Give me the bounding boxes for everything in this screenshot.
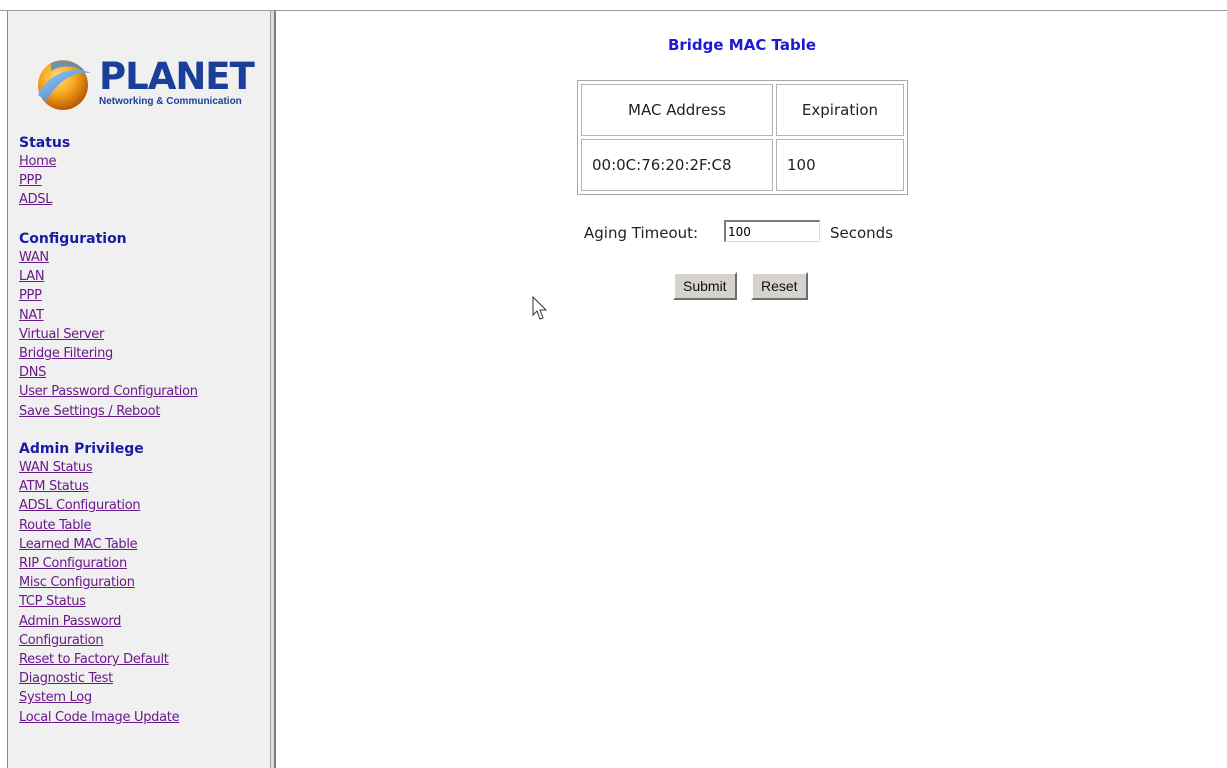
nav-link-configuration-ppp[interactable]: PPP: [19, 287, 42, 304]
logo-tagline: Networking & Communication: [99, 96, 242, 107]
cell-mac-address: 00:0C:76:20:2F:C8: [581, 139, 773, 191]
planet-globe-icon: [38, 60, 91, 110]
submit-button[interactable]: Submit: [673, 272, 737, 300]
section-title-status: Status: [19, 135, 71, 151]
section-title-configuration: Configuration: [19, 231, 127, 247]
nav-link-admin-configuration[interactable]: Configuration: [19, 632, 104, 649]
nav-link-status-home[interactable]: Home: [19, 153, 57, 170]
nav-link-admin-wan-status[interactable]: WAN Status: [19, 459, 93, 476]
nav-link-configuration-bridge-filtering[interactable]: Bridge Filtering: [19, 345, 113, 362]
aging-timeout-units: Seconds: [830, 224, 894, 242]
nav-link-admin-adsl-configuration[interactable]: ADSL Configuration: [19, 497, 141, 514]
planet-logo: PLANET Networking & Communication: [33, 53, 263, 113]
header-mac-address: MAC Address: [581, 84, 773, 136]
nav-link-admin-system-log[interactable]: System Log: [19, 689, 92, 706]
mac-table: MAC Address Expiration 00:0C:76:20:2F:C8…: [577, 80, 908, 195]
nav-link-admin-rip-configuration[interactable]: RIP Configuration: [19, 555, 127, 572]
logo-text: PLANET: [99, 55, 255, 98]
nav-link-status-adsl[interactable]: ADSL: [19, 191, 53, 208]
sidebar: PLANET Networking & Communication Status…: [7, 11, 271, 768]
nav-link-admin-tcp-status[interactable]: TCP Status: [19, 593, 86, 610]
cell-expiration: 100: [776, 139, 904, 191]
top-border: [0, 0, 1227, 11]
reset-button[interactable]: Reset: [751, 272, 808, 300]
nav-link-admin-atm-status[interactable]: ATM Status: [19, 478, 89, 495]
nav-link-configuration-user-password-configuration[interactable]: User Password Configuration: [19, 383, 198, 400]
section-title-admin: Admin Privilege: [19, 441, 144, 457]
mouse-pointer-icon: [532, 296, 548, 320]
page-title: Bridge MAC Table: [667, 36, 817, 54]
nav-link-configuration-wan[interactable]: WAN: [19, 249, 49, 266]
nav-link-configuration-nat[interactable]: NAT: [19, 307, 44, 324]
nav-link-status-ppp[interactable]: PPP: [19, 172, 42, 189]
nav-link-admin-diagnostic-test[interactable]: Diagnostic Test: [19, 670, 113, 687]
nav-link-admin-reset-to-factory-default[interactable]: Reset to Factory Default: [19, 651, 169, 668]
nav-link-configuration-virtual-server[interactable]: Virtual Server: [19, 326, 104, 343]
nav-link-admin-local-code-image-update[interactable]: Local Code Image Update: [19, 709, 180, 726]
nav-link-admin-misc-configuration[interactable]: Misc Configuration: [19, 574, 135, 591]
nav-link-configuration-dns[interactable]: DNS: [19, 364, 46, 381]
nav-link-configuration-lan[interactable]: LAN: [19, 268, 45, 285]
table-header-row: MAC Address Expiration: [581, 84, 904, 136]
nav-link-admin-learned-mac-table[interactable]: Learned MAC Table: [19, 536, 138, 553]
aging-timeout-label: Aging Timeout:: [584, 224, 699, 242]
table-row: 00:0C:76:20:2F:C8 100: [581, 139, 904, 191]
nav-link-admin-admin-password[interactable]: Admin Password: [19, 613, 121, 630]
frame-divider[interactable]: [270, 11, 276, 768]
nav-link-admin-route-table[interactable]: Route Table: [19, 517, 91, 534]
header-expiration: Expiration: [776, 84, 904, 136]
nav-link-configuration-save-settings-reboot[interactable]: Save Settings / Reboot: [19, 403, 160, 420]
aging-timeout-input[interactable]: [724, 220, 820, 242]
